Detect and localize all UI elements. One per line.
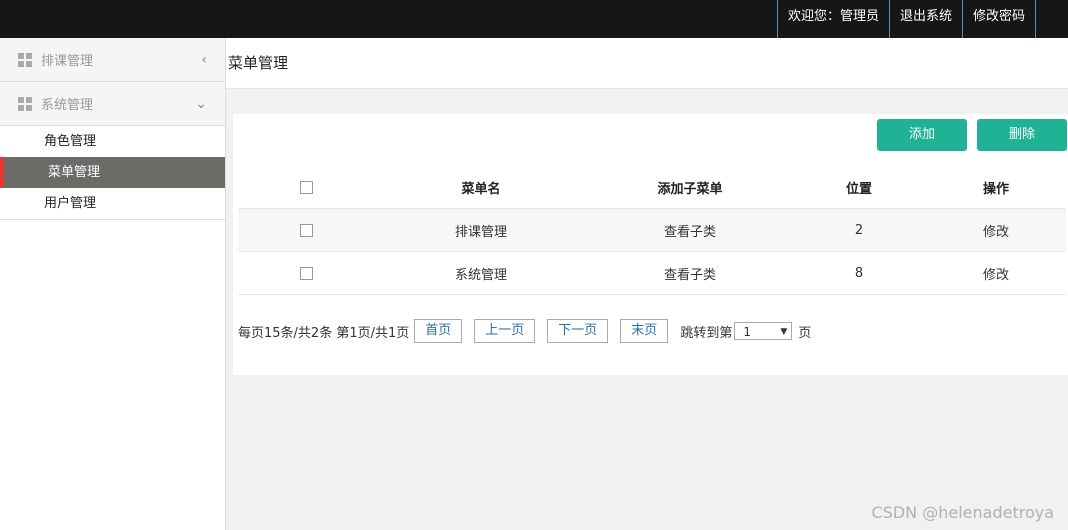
jump-label: 跳转到第 [680, 325, 733, 341]
table-row: 排课管理 查看子类 2 修改 [238, 208, 1066, 252]
select-all-checkbox[interactable] [299, 180, 313, 194]
column-header-add-submenu: 添加子菜单 [588, 166, 792, 209]
add-button[interactable]: 添加 [877, 119, 967, 151]
pagination: 每页15条/共2条 第1页/共1页 首页 上一页 下一页 末页 跳转到第 1 ▼… [238, 319, 811, 343]
edit-link[interactable]: 修改 [926, 208, 1066, 252]
change-password-link[interactable]: 修改密码 [961, 0, 1036, 38]
welcome-user-link[interactable]: 欢迎您：管理员 [776, 0, 889, 38]
chevron-down-icon[interactable]: ⌄ [195, 82, 207, 126]
prev-page-button[interactable]: 上一页 [474, 319, 536, 343]
sidebar-item-users[interactable]: 用户管理 [0, 188, 225, 219]
position-cell: 8 [792, 251, 926, 295]
delete-button[interactable]: 删除 [977, 119, 1067, 151]
next-page-button[interactable]: 下一页 [547, 319, 609, 343]
content-panel: 添加 删除 菜单名 添加子菜单 位置 操作 排课管理 查看子类 2 修改 系统管… [233, 114, 1068, 375]
sidebar-group-label: 排课管理 [41, 54, 94, 69]
select-all-cell [238, 166, 374, 209]
menu-name-cell: 系统管理 [374, 251, 588, 295]
table-header-row: 菜单名 添加子菜单 位置 操作 [238, 166, 1066, 209]
sidebar-item-menus[interactable]: 菜单管理 [0, 157, 225, 188]
column-header-name: 菜单名 [374, 166, 588, 209]
column-header-actions: 操作 [926, 166, 1066, 209]
edit-link[interactable]: 修改 [926, 251, 1066, 295]
column-header-position: 位置 [792, 166, 926, 209]
row-checkbox-cell [238, 208, 374, 252]
grid-icon [18, 52, 32, 67]
view-children-link[interactable]: 查看子类 [588, 208, 792, 252]
sidebar-item-label: 角色管理 [44, 134, 97, 149]
sidebar-item-roles[interactable]: 角色管理 [0, 126, 225, 157]
page-title: 菜单管理 [228, 54, 289, 72]
sidebar: 排课管理 ‹ 系统管理 ⌄ 角色管理 菜单管理 用户管理 [0, 38, 226, 530]
top-nav: 欢迎您：管理员 退出系统 修改密码 [776, 0, 1036, 38]
first-page-button[interactable]: 首页 [414, 319, 463, 343]
position-cell: 2 [792, 208, 926, 252]
view-children-link[interactable]: 查看子类 [588, 251, 792, 295]
sidebar-item-label: 用户管理 [44, 196, 97, 211]
page-select-value: 1 [743, 325, 751, 339]
sidebar-group-label: 系统管理 [41, 98, 94, 113]
sidebar-group-system[interactable]: 系统管理 ⌄ [0, 82, 225, 126]
chevron-left-icon[interactable]: ‹ [201, 38, 207, 82]
table-row: 系统管理 查看子类 8 修改 [238, 251, 1066, 295]
page-suffix: 页 [798, 325, 812, 341]
page-header: 菜单管理 [226, 38, 1068, 89]
menu-table: 菜单名 添加子菜单 位置 操作 排课管理 查看子类 2 修改 系统管理 查看子类… [238, 166, 1066, 295]
sidebar-submenu: 角色管理 菜单管理 用户管理 [0, 126, 225, 220]
page-select[interactable]: 1 ▼ [734, 322, 793, 340]
menu-name-cell: 排课管理 [374, 208, 588, 252]
row-checkbox-cell [238, 251, 374, 295]
pagination-summary: 每页15条/共2条 第1页/共1页 [238, 325, 410, 341]
grid-icon [18, 96, 32, 111]
row-checkbox[interactable] [299, 223, 313, 237]
sidebar-group-scheduling[interactable]: 排课管理 ‹ [0, 38, 225, 82]
watermark: CSDN @helenadetroya [871, 503, 1054, 522]
logout-link[interactable]: 退出系统 [888, 0, 962, 38]
sidebar-item-label: 菜单管理 [48, 165, 101, 180]
top-bar: 欢迎您：管理员 退出系统 修改密码 [0, 0, 1068, 38]
last-page-button[interactable]: 末页 [620, 319, 669, 343]
dropdown-arrow-icon: ▼ [780, 327, 788, 337]
row-checkbox[interactable] [299, 266, 313, 280]
